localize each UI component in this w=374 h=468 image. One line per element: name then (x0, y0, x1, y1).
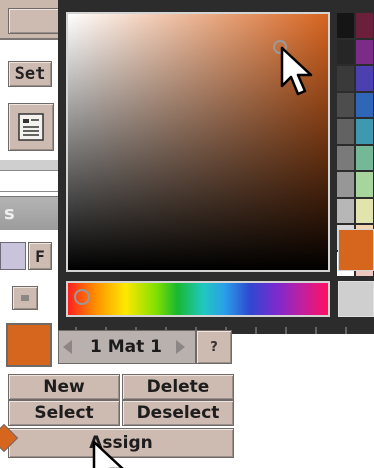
palette-color-swatch[interactable] (355, 171, 374, 198)
arrow-cursor-icon (280, 46, 313, 96)
material-color-swatch[interactable] (6, 323, 52, 367)
palette-color-swatch[interactable] (336, 197, 355, 224)
panel-separator (0, 160, 60, 170)
next-material-arrow-icon[interactable] (176, 340, 185, 354)
palette-color-swatch[interactable] (355, 118, 374, 145)
arrow-cursor-icon (92, 440, 124, 468)
palette-color-swatch[interactable] (336, 91, 355, 118)
set-button[interactable]: Set (8, 61, 52, 87)
toggle-button[interactable] (0, 242, 26, 270)
palette-color-swatch[interactable] (355, 144, 374, 171)
f-button-label: F (35, 246, 45, 266)
text-field[interactable] (0, 170, 60, 192)
rollout-header-label: s (4, 203, 15, 224)
top-toolbar-button[interactable] (8, 8, 60, 34)
palette-color-swatch[interactable] (355, 65, 374, 92)
deselect-button-label: Deselect (136, 403, 220, 423)
current-color-swatch (338, 229, 374, 271)
delete-button-label: Delete (146, 377, 210, 397)
small-square-button[interactable] (12, 286, 38, 310)
help-button[interactable]: ? (196, 330, 232, 364)
new-button[interactable]: New (8, 374, 120, 400)
palette-color-swatch[interactable] (355, 91, 374, 118)
square-icon (21, 295, 29, 301)
palette-color-swatch[interactable] (336, 171, 355, 198)
deselect-button[interactable]: Deselect (122, 400, 234, 426)
material-name[interactable]: 1 Mat 1 (80, 332, 172, 362)
hue-slider-handle[interactable] (74, 289, 90, 305)
palette-color-swatch[interactable] (336, 118, 355, 145)
new-button-label: New (43, 377, 85, 397)
color-palette (336, 12, 374, 277)
palette-color-swatch[interactable] (336, 65, 355, 92)
palette-color-swatch[interactable] (355, 197, 374, 224)
palette-color-swatch[interactable] (336, 144, 355, 171)
select-button[interactable]: Select (8, 400, 120, 426)
palette-color-swatch[interactable] (355, 38, 374, 65)
delete-button[interactable]: Delete (122, 374, 234, 400)
help-button-label: ? (210, 339, 218, 355)
f-button[interactable]: F (28, 242, 52, 270)
palette-color-swatch[interactable] (336, 12, 355, 39)
document-icon (18, 113, 44, 141)
document-button[interactable] (8, 103, 54, 151)
original-color-swatch[interactable] (338, 281, 374, 317)
palette-color-swatch[interactable] (336, 38, 355, 65)
rollout-header[interactable]: s (0, 196, 60, 230)
hue-slider[interactable] (66, 281, 330, 317)
select-button-label: Select (34, 403, 94, 423)
palette-color-swatch[interactable] (355, 12, 374, 39)
previous-material-arrow-icon[interactable] (63, 340, 72, 354)
set-button-label: Set (14, 64, 46, 84)
